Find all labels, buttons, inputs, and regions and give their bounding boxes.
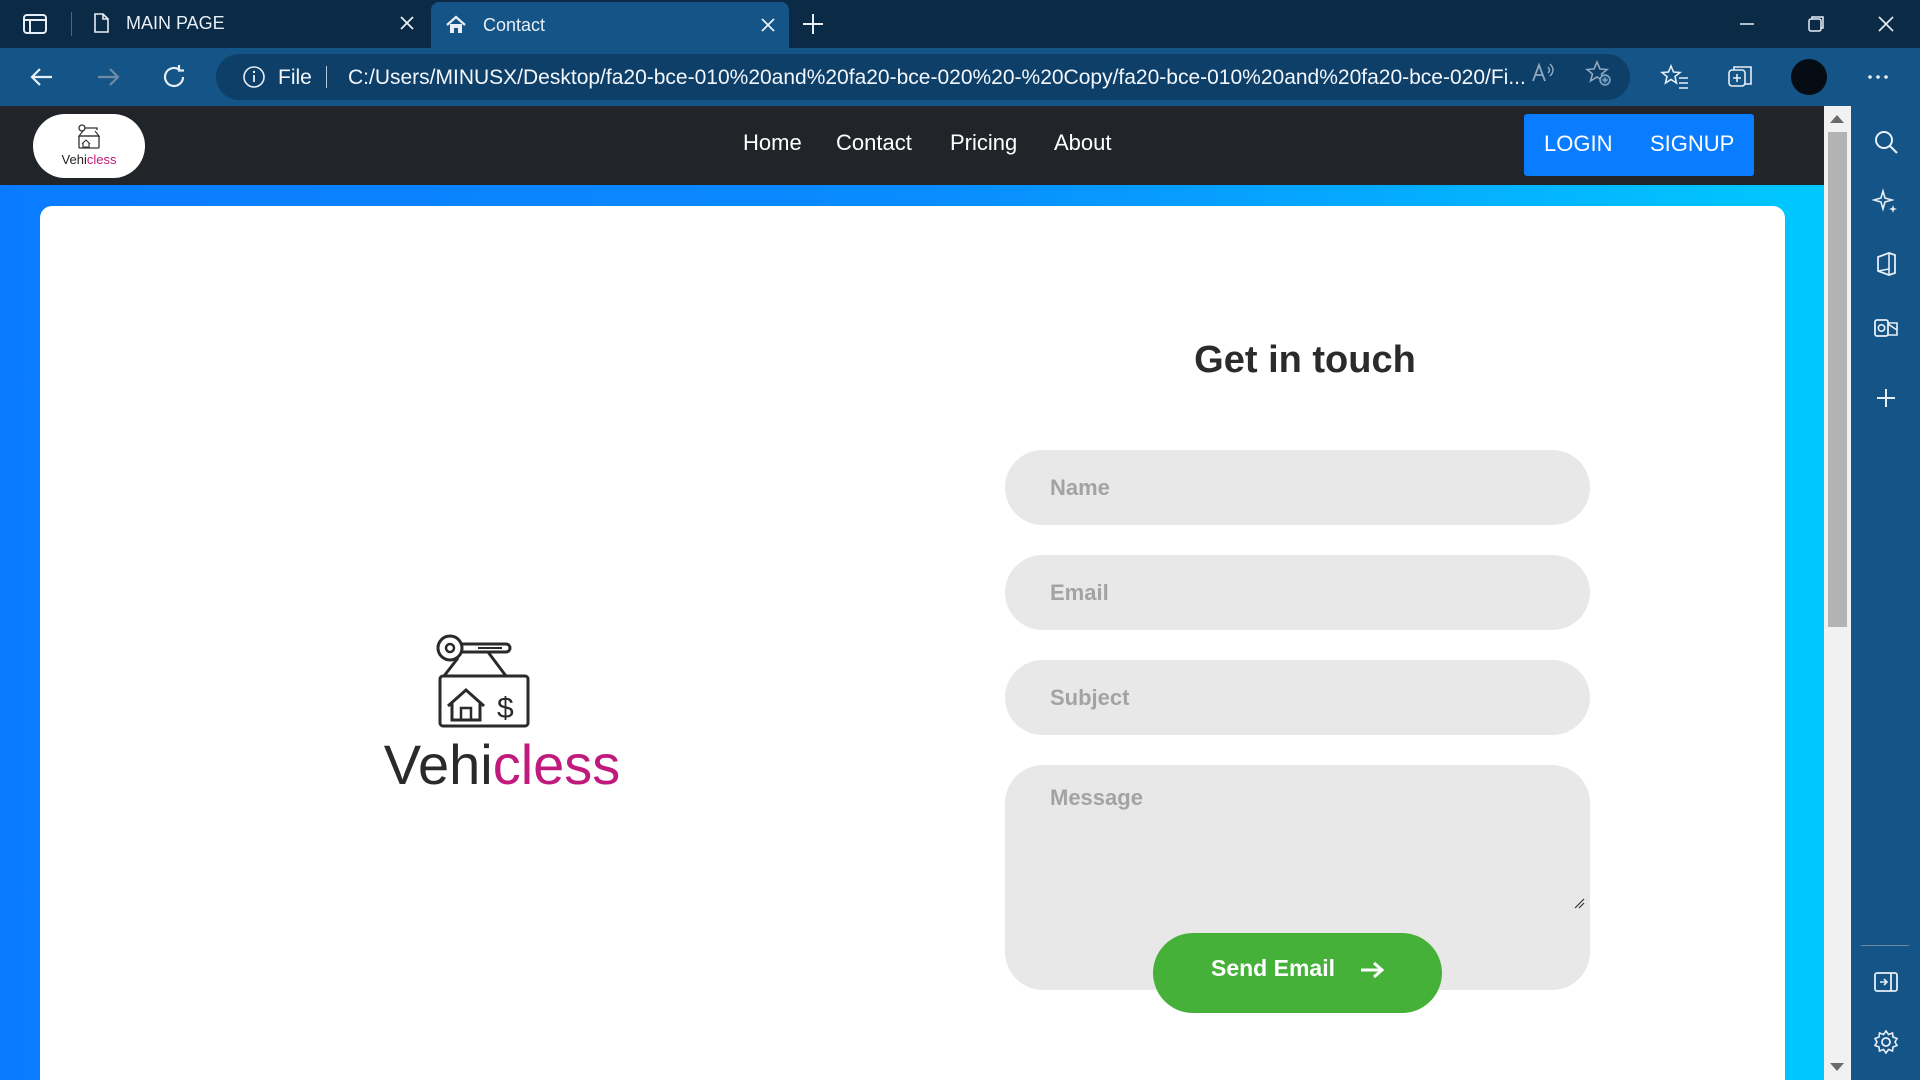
hide-sidebar-icon[interactable] <box>1872 968 1900 996</box>
profile-avatar[interactable] <box>1791 59 1827 95</box>
svg-text:$: $ <box>497 692 514 725</box>
read-aloud-icon[interactable] <box>1530 60 1556 86</box>
brand-wordmark: Vehicless <box>383 733 621 796</box>
address-separator <box>326 66 327 88</box>
url-text[interactable]: C:/Users/MINUSX/Desktop/fa20-bce-010%20a… <box>348 66 1731 90</box>
file-scheme-label: File <box>278 66 312 89</box>
home-icon <box>446 15 466 33</box>
auth-buttons: LOGIN SIGNUP <box>1524 114 1754 176</box>
logo-wordmark: Vehicless <box>61 152 117 167</box>
site-navbar: Vehicless Home Contact Pricing About LOG… <box>0 106 1824 185</box>
title-bar-divider <box>71 12 72 36</box>
browser-title-bar: MAIN PAGE Contact <box>0 0 1920 48</box>
resize-grip-icon[interactable] <box>1573 897 1585 909</box>
page-scrollbar[interactable] <box>1824 106 1851 1080</box>
back-icon[interactable] <box>27 62 57 92</box>
logo-key-house-icon <box>77 124 101 149</box>
sidebar-divider <box>1861 945 1909 946</box>
address-bar[interactable]: File C:/Users/MINUSX/Desktop/fa20-bce-01… <box>216 54 1630 100</box>
collections-icon[interactable] <box>1725 62 1755 92</box>
email-field[interactable] <box>1005 555 1590 630</box>
more-options-icon[interactable] <box>1863 62 1893 92</box>
nav-link-about[interactable]: About <box>1054 130 1112 156</box>
settings-gear-icon[interactable] <box>1872 1028 1900 1056</box>
nav-link-contact[interactable]: Contact <box>836 130 912 156</box>
tab-title: MAIN PAGE <box>126 13 225 33</box>
outlook-icon[interactable] <box>1872 314 1900 342</box>
tab-main-page[interactable]: MAIN PAGE <box>80 0 428 48</box>
info-icon[interactable] <box>242 65 266 89</box>
page-icon <box>94 13 109 33</box>
subject-field[interactable] <box>1005 660 1590 735</box>
nav-link-pricing[interactable]: Pricing <box>950 130 1017 156</box>
key-house-dollar-icon: $ <box>436 634 530 728</box>
contact-card: $ Vehicless Get in touch Send Email <box>40 206 1785 1080</box>
search-icon[interactable] <box>1872 128 1900 156</box>
close-tab-icon[interactable] <box>757 14 779 36</box>
add-icon[interactable] <box>1872 384 1900 412</box>
new-tab-icon[interactable] <box>800 11 826 37</box>
page-viewport: Vehicless Home Contact Pricing About LOG… <box>0 106 1851 1080</box>
signup-button[interactable]: SIGNUP <box>1650 131 1734 157</box>
scroll-up-arrow-icon[interactable] <box>1830 115 1844 123</box>
close-window-icon[interactable] <box>1872 10 1900 38</box>
tab-title: Contact <box>483 15 546 35</box>
brand-logo: $ Vehicless <box>362 634 642 806</box>
scrollbar-thumb[interactable] <box>1828 132 1847 627</box>
tab-contact[interactable]: Contact <box>431 2 789 48</box>
minimize-icon[interactable] <box>1733 10 1761 38</box>
site-logo[interactable]: Vehicless <box>33 114 145 178</box>
close-tab-icon[interactable] <box>396 12 418 34</box>
contact-form-title: Get in touch <box>1194 339 1416 381</box>
scroll-down-arrow-icon[interactable] <box>1830 1063 1844 1071</box>
add-favorite-icon[interactable] <box>1585 60 1611 86</box>
browser-toolbar: File C:/Users/MINUSX/Desktop/fa20-bce-01… <box>0 48 1920 106</box>
favorites-icon[interactable] <box>1660 62 1690 92</box>
send-email-label: Send Email <box>1211 955 1335 981</box>
forward-icon[interactable] <box>93 62 123 92</box>
nav-link-home[interactable]: Home <box>743 130 802 156</box>
copilot-sparkle-icon[interactable] <box>1872 188 1900 216</box>
office-icon[interactable] <box>1872 250 1900 278</box>
arrow-right-icon <box>1361 961 1385 979</box>
send-email-button[interactable]: Send Email <box>1153 933 1442 1013</box>
workspaces-icon[interactable] <box>22 12 48 36</box>
login-button[interactable]: LOGIN <box>1544 131 1612 157</box>
restore-icon[interactable] <box>1802 10 1830 38</box>
name-field[interactable] <box>1005 450 1590 525</box>
browser-sidebar <box>1851 106 1920 1080</box>
refresh-icon[interactable] <box>159 62 189 92</box>
